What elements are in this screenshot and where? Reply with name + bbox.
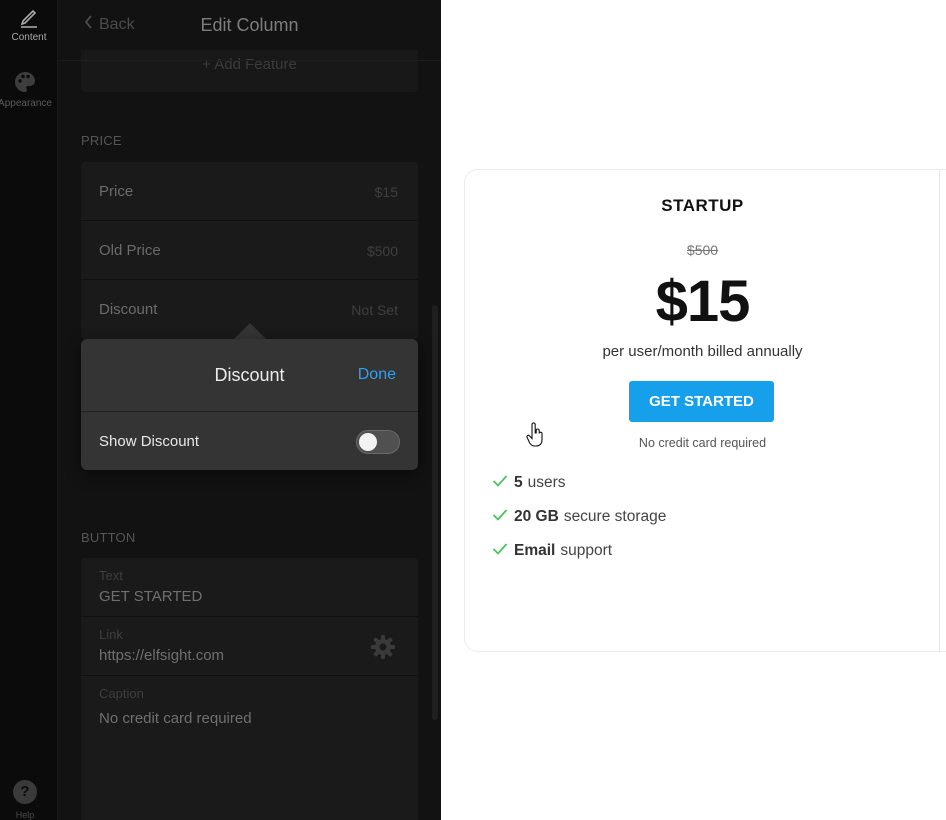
get-started-button[interactable]: GET STARTED (629, 381, 774, 422)
toggle-knob (359, 433, 377, 451)
discount-row-value: Not Set (351, 302, 398, 318)
popover-divider (81, 411, 418, 412)
old-price-row-label: Old Price (99, 242, 161, 259)
rail-appearance-label: Appearance (0, 98, 52, 109)
header-divider (58, 60, 441, 61)
show-discount-label: Show Discount (99, 433, 200, 450)
rail-content-label: Content (11, 32, 47, 43)
feature-text: users (527, 474, 566, 491)
feature-text: secure storage (563, 508, 667, 525)
price: $15 (655, 269, 751, 334)
plan-name: STARTUP (661, 196, 744, 215)
show-discount-toggle[interactable] (356, 430, 400, 454)
done-button[interactable]: Done (358, 366, 396, 384)
palette-icon (15, 72, 35, 92)
feature-bold: 20 GB (514, 508, 559, 525)
rail-help-label: Help (15, 810, 35, 820)
button-text-caption: Text (99, 568, 123, 583)
gear-icon[interactable] (370, 634, 396, 660)
price-row-value: $15 (374, 184, 398, 200)
help-icon: ? (13, 780, 37, 804)
check-icon (492, 543, 508, 555)
old-price: $500 (686, 242, 719, 258)
icon-rail: Content Appearance ? Help (0, 0, 58, 820)
button-group: Text GET STARTED Link https://elfsight.c… (81, 558, 418, 820)
feature-bold: 5 (514, 474, 523, 491)
button-caption-caption: Caption (99, 686, 144, 701)
feature-list: 5 users 20 GB secure storage Email support (487, 474, 666, 576)
feature-text: support (560, 542, 613, 559)
feature-bold: Email (514, 542, 556, 559)
popover-arrow (233, 323, 267, 340)
rail-item-appearance[interactable]: Appearance (0, 70, 54, 109)
panel-scrollbar[interactable] (432, 305, 438, 720)
price-row-label: Price (99, 183, 134, 200)
panel-title: Edit Column (200, 15, 299, 35)
pricing-column: STARTUP $500 $15 per user/month billed a… (465, 170, 940, 651)
button-caption-field[interactable]: Caption No credit card required (81, 676, 418, 735)
button-caption-value: No credit card required (99, 710, 252, 727)
rail-item-content[interactable]: Content (0, 4, 58, 43)
panel-header: Back Edit Column (58, 0, 441, 50)
hand-cursor-icon (526, 422, 543, 447)
discount-popover: Discount Done Show Discount (81, 339, 418, 470)
next-card-edge (939, 170, 940, 651)
button-section-label: BUTTON (81, 530, 136, 545)
pencil-icon (20, 9, 37, 28)
add-feature-button[interactable]: + Add Feature (81, 50, 418, 92)
rail-item-help[interactable]: ? Help (0, 780, 50, 820)
price-row[interactable]: Price $15 (81, 162, 418, 221)
discount-row-label: Discount (99, 301, 158, 318)
old-price-row[interactable]: Old Price $500 (81, 221, 418, 280)
price-group: Price $15 Old Price $500 Discount Not Se… (81, 162, 418, 339)
button-link-field[interactable]: Link https://elfsight.com (81, 617, 418, 676)
pricing-card: STARTUP $500 $15 per user/month billed a… (464, 169, 946, 652)
button-link-caption: Link (99, 627, 123, 642)
button-link-value: https://elfsight.com (99, 647, 225, 664)
price-section-label: PRICE (81, 133, 122, 148)
feature-item: 20 GB secure storage (487, 508, 666, 542)
button-text-field[interactable]: Text GET STARTED (81, 558, 418, 617)
old-price-row-value: $500 (366, 243, 398, 259)
button-text-value: GET STARTED (99, 588, 203, 605)
check-icon (492, 475, 508, 487)
billing-period: per user/month billed annually (602, 343, 803, 360)
feature-item: Email support (487, 542, 666, 576)
check-icon (492, 509, 508, 521)
feature-item: 5 users (487, 474, 666, 508)
